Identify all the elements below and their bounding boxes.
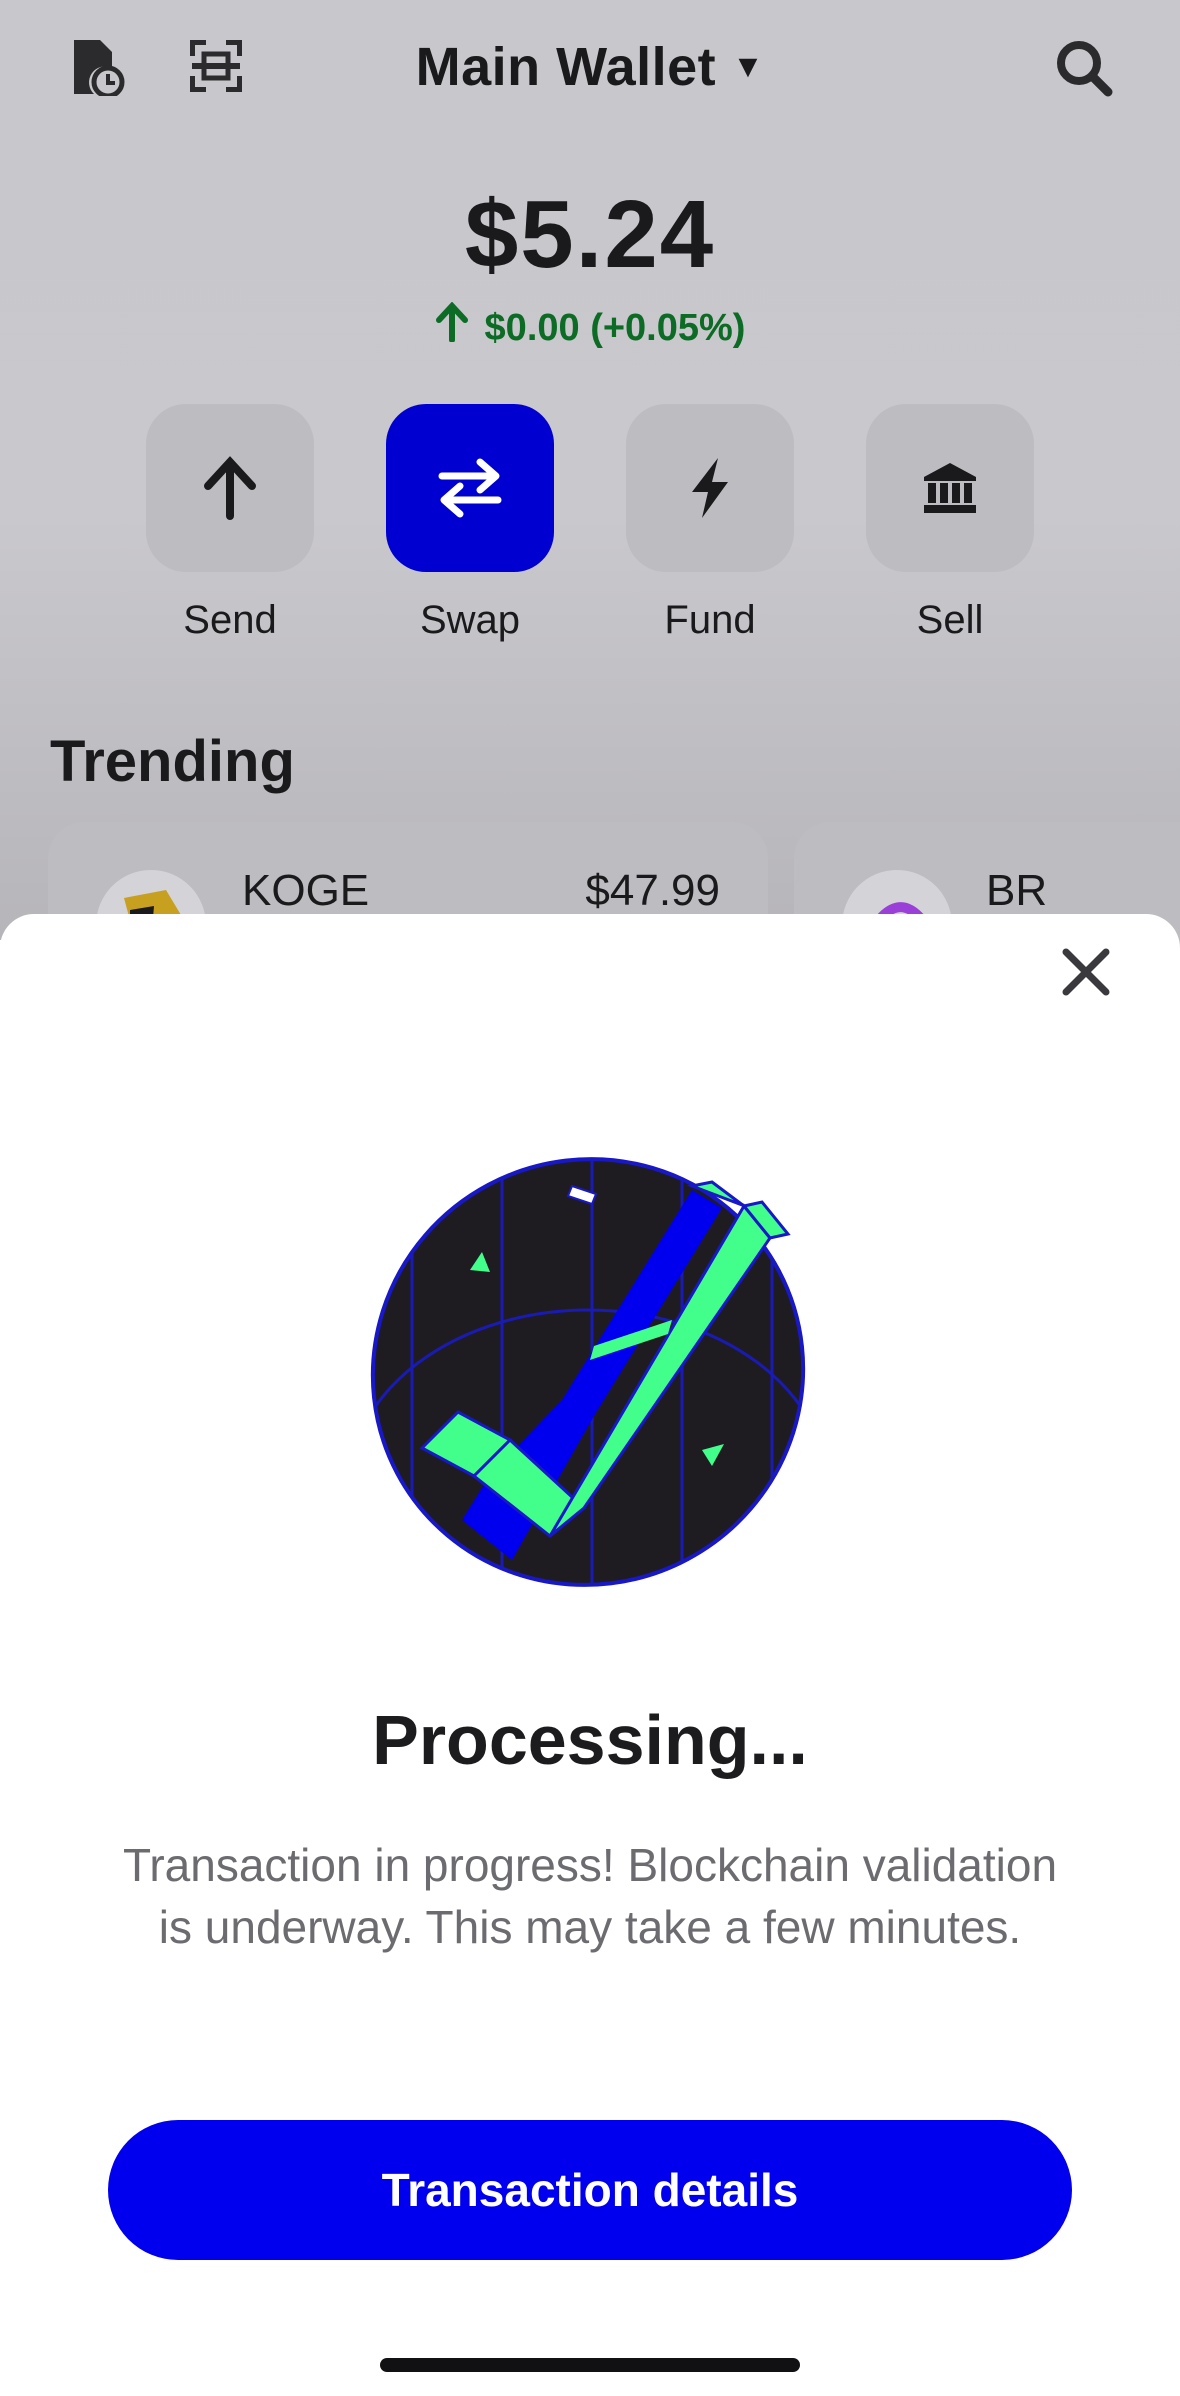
wallet-home-screen: Main Wallet ▼ $5.24 $0.00 (+0.05%) Send S… (0, 0, 1180, 982)
wallet-selector[interactable]: Main Wallet ▼ (0, 36, 1180, 98)
trending-heading: Trending (50, 729, 295, 794)
chevron-down-icon: ▼ (732, 48, 765, 85)
processing-sheet: Processing... Transaction in progress! B… (0, 914, 1180, 2396)
trending-token-name: BR (986, 866, 1048, 915)
home-indicator (380, 2358, 800, 2372)
balance-change: $0.00 (+0.05%) (0, 300, 1180, 351)
swap-button[interactable] (386, 404, 554, 572)
close-icon[interactable] (1058, 944, 1114, 1000)
trending-token-price: $47.99 (585, 866, 720, 915)
send-label: Send (183, 598, 277, 642)
swap-label: Swap (419, 598, 521, 642)
search-icon[interactable] (1054, 38, 1114, 98)
arrow-up-icon (204, 456, 256, 520)
arrow-up-icon (435, 301, 469, 353)
wallet-name: Main Wallet (415, 37, 717, 97)
fund-label: Fund (664, 598, 756, 642)
bank-icon (924, 463, 976, 513)
trending-token-name: KOGE (242, 866, 370, 915)
transaction-details-button[interactable]: Transaction details (108, 2120, 1072, 2260)
send-button[interactable] (146, 404, 314, 572)
processing-check-illustration (346, 1150, 830, 1661)
sell-label: Sell (916, 598, 984, 642)
balance-amount: $5.24 (464, 181, 716, 288)
sell-button[interactable] (866, 404, 1034, 572)
fund-button[interactable] (626, 404, 794, 572)
balance-change-value: $0.00 (+0.05%) (484, 307, 746, 349)
bolt-icon (692, 458, 728, 518)
processing-message: Transaction in progress! Blockchain vali… (122, 1839, 1058, 1953)
swap-icon (438, 458, 502, 518)
processing-title: Processing... (372, 1701, 808, 1779)
